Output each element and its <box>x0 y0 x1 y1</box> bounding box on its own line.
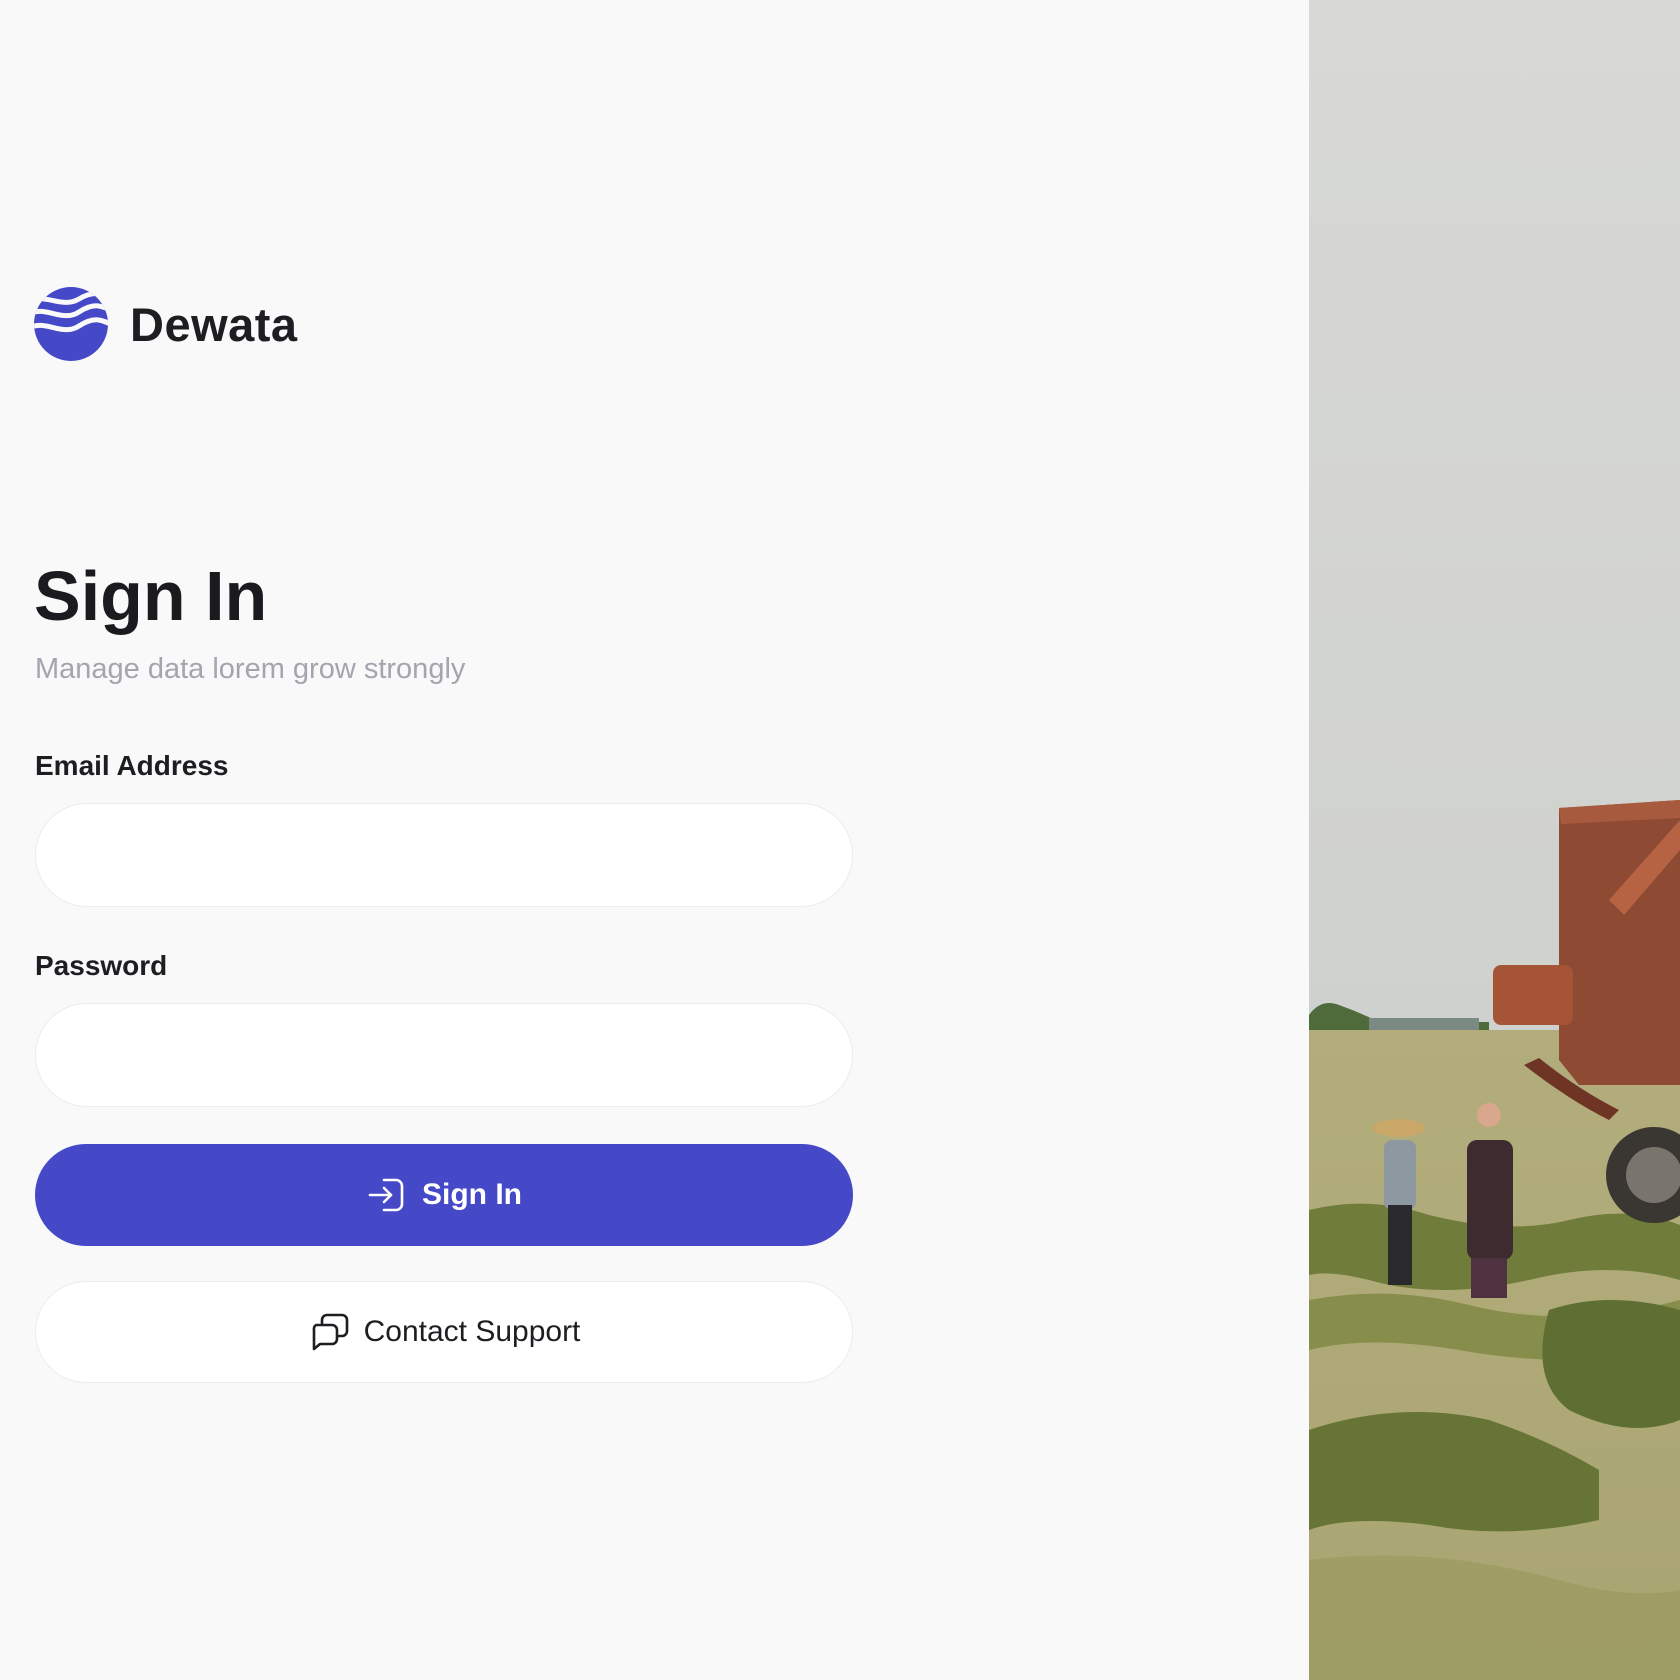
page-subtitle: Manage data lorem grow strongly <box>35 653 466 685</box>
contact-support-button[interactable]: Contact Support <box>35 1281 853 1383</box>
brand-logo[interactable]: Dewata <box>34 287 298 361</box>
contact-support-button-label: Contact Support <box>363 1315 581 1348</box>
page-title: Sign In <box>34 557 268 635</box>
chat-bubbles-icon <box>312 1313 348 1351</box>
password-field[interactable] <box>35 1003 853 1107</box>
sign-in-button[interactable]: Sign In <box>35 1144 853 1246</box>
sign-in-button-label: Sign In <box>422 1178 522 1211</box>
email-label: Email Address <box>35 750 229 781</box>
password-label: Password <box>35 950 168 981</box>
signin-panel: Dewata Sign In Manage data lorem grow st… <box>0 0 1309 1680</box>
hero-image <box>1309 0 1680 1680</box>
login-arrow-icon <box>368 1178 404 1212</box>
waves-globe-icon <box>34 287 108 361</box>
brand-name: Dewata <box>130 297 298 351</box>
farm-field-photo <box>1309 0 1680 1680</box>
email-field[interactable] <box>35 803 853 907</box>
